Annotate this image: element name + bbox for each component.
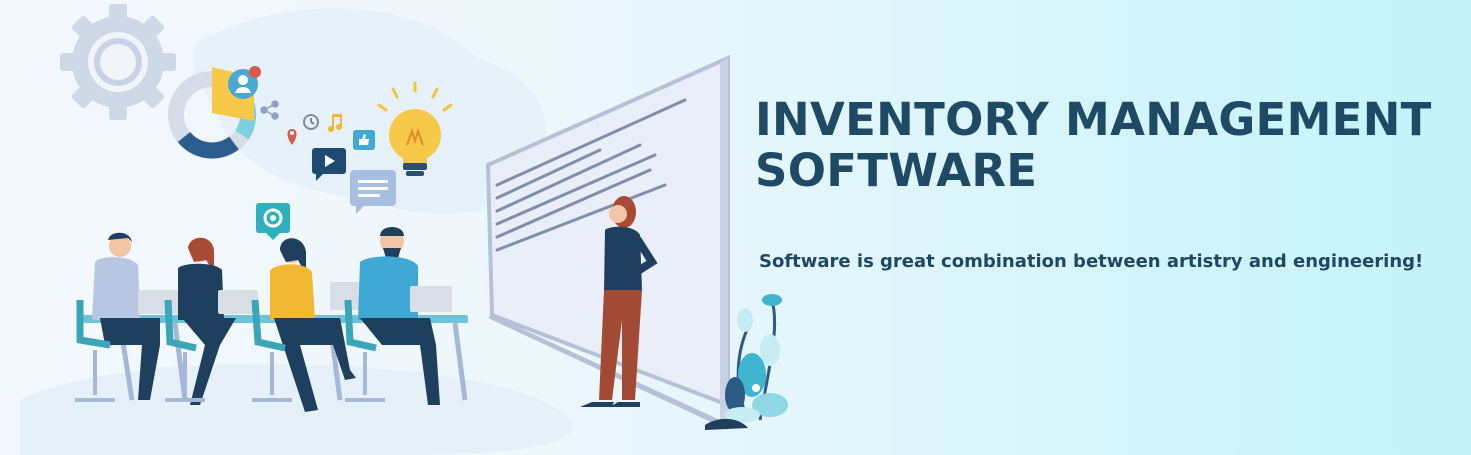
- chat-icon: [350, 170, 396, 214]
- settings-icon: [256, 203, 290, 240]
- page-title: INVENTORY MANAGEMENT SOFTWARE: [755, 93, 1455, 197]
- thumbs-up-icon: [353, 130, 375, 150]
- hero-banner: INVENTORY MANAGEMENT SOFTWARE Software i…: [0, 0, 1471, 455]
- title-line-1: INVENTORY MANAGEMENT: [755, 93, 1432, 146]
- title-line-2: SOFTWARE: [755, 143, 1038, 197]
- illustration: [20, 4, 788, 455]
- tagline: Software is great combination between ar…: [759, 251, 1424, 272]
- gear-icon: [60, 4, 176, 120]
